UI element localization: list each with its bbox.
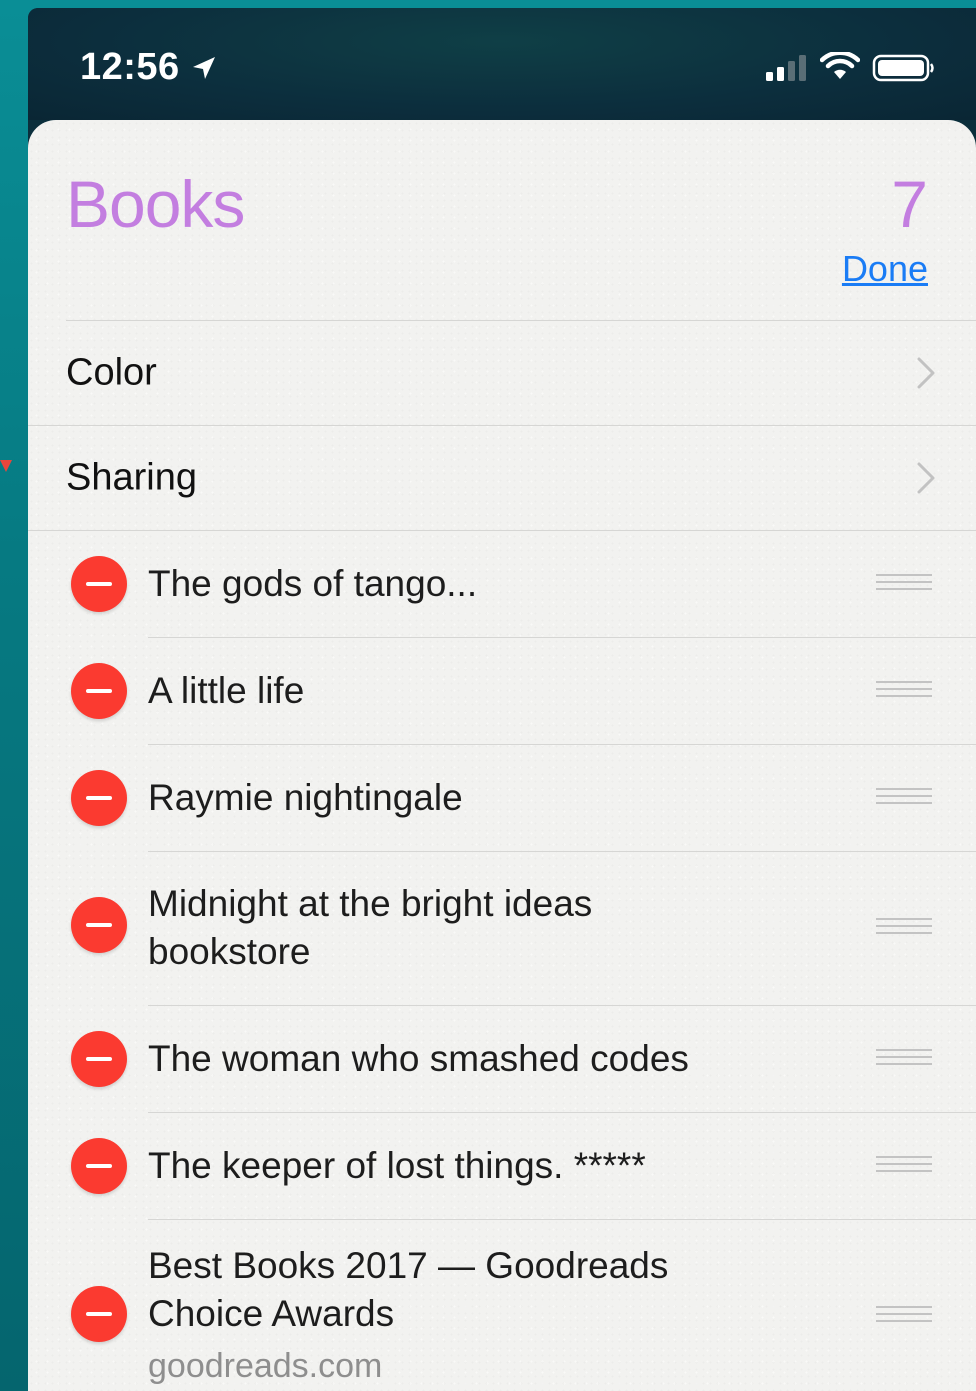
chevron-right-icon <box>917 462 935 493</box>
item-count: 7 <box>891 167 928 241</box>
item-title-text: Best Books 2017 — Goodreads Choice Award… <box>148 1245 669 1334</box>
chevron-right-icon <box>917 357 935 388</box>
delete-icon[interactable] <box>71 897 127 953</box>
list-item[interactable]: The woman who smashed codes <box>28 1006 976 1112</box>
delete-icon[interactable] <box>71 1286 127 1342</box>
wifi-icon <box>820 52 860 79</box>
item-subtitle: goodreads.com <box>148 1347 383 1385</box>
delete-icon[interactable] <box>71 770 127 826</box>
settings-label: Sharing <box>66 456 197 498</box>
item-title[interactable]: The keeper of lost things. ***** <box>148 1142 748 1190</box>
status-bar: 12:56 <box>28 8 976 120</box>
list-item[interactable]: The gods of tango... <box>28 531 976 637</box>
settings-label: Color <box>66 351 157 393</box>
cellular-signal-icon <box>766 55 806 81</box>
reorder-handle-icon[interactable] <box>876 1049 932 1071</box>
status-time: 12:56 <box>80 46 180 88</box>
item-title[interactable]: Midnight at the bright ideas bookstore <box>148 880 688 976</box>
delete-icon[interactable] <box>71 1138 127 1194</box>
reorder-handle-icon[interactable] <box>876 1156 932 1178</box>
list-item[interactable]: Best Books 2017 — Goodreads Choice Award… <box>28 1220 976 1390</box>
item-title[interactable]: A little life <box>148 667 748 715</box>
location-arrow-icon <box>193 57 215 79</box>
item-title[interactable]: Raymie nightingale <box>148 774 748 822</box>
settings-row-sharing[interactable]: Sharing <box>28 425 976 530</box>
reorder-handle-icon[interactable] <box>876 788 932 810</box>
reorder-handle-icon[interactable] <box>876 918 932 940</box>
list-title: Books <box>66 167 245 241</box>
delete-icon[interactable] <box>71 1031 127 1087</box>
list-item[interactable]: A little life <box>28 638 976 744</box>
red-marker-icon <box>0 460 12 472</box>
delete-icon[interactable] <box>71 556 127 612</box>
reorder-handle-icon[interactable] <box>876 681 932 703</box>
phone-screen: 12:56 Books 7 Done Color Sharing The god… <box>28 8 976 1391</box>
item-title[interactable]: The woman who smashed codes <box>148 1035 748 1083</box>
background-edge <box>0 0 28 1391</box>
list-item[interactable]: Raymie nightingale <box>28 745 976 851</box>
list-item[interactable]: The keeper of lost things. ***** <box>28 1113 976 1219</box>
done-button[interactable]: Done <box>842 248 928 290</box>
item-title[interactable]: Best Books 2017 — Goodreads Choice Award… <box>148 1242 748 1390</box>
settings-row-color[interactable]: Color <box>28 320 976 425</box>
reorder-handle-icon[interactable] <box>876 1306 932 1328</box>
battery-icon <box>872 54 934 82</box>
delete-icon[interactable] <box>71 663 127 719</box>
list-item[interactable]: Midnight at the bright ideas bookstore <box>28 852 976 1005</box>
list-details-sheet: Books 7 Done Color Sharing The gods of t… <box>28 120 976 1391</box>
reorder-handle-icon[interactable] <box>876 574 932 596</box>
item-title[interactable]: The gods of tango... <box>148 560 748 608</box>
